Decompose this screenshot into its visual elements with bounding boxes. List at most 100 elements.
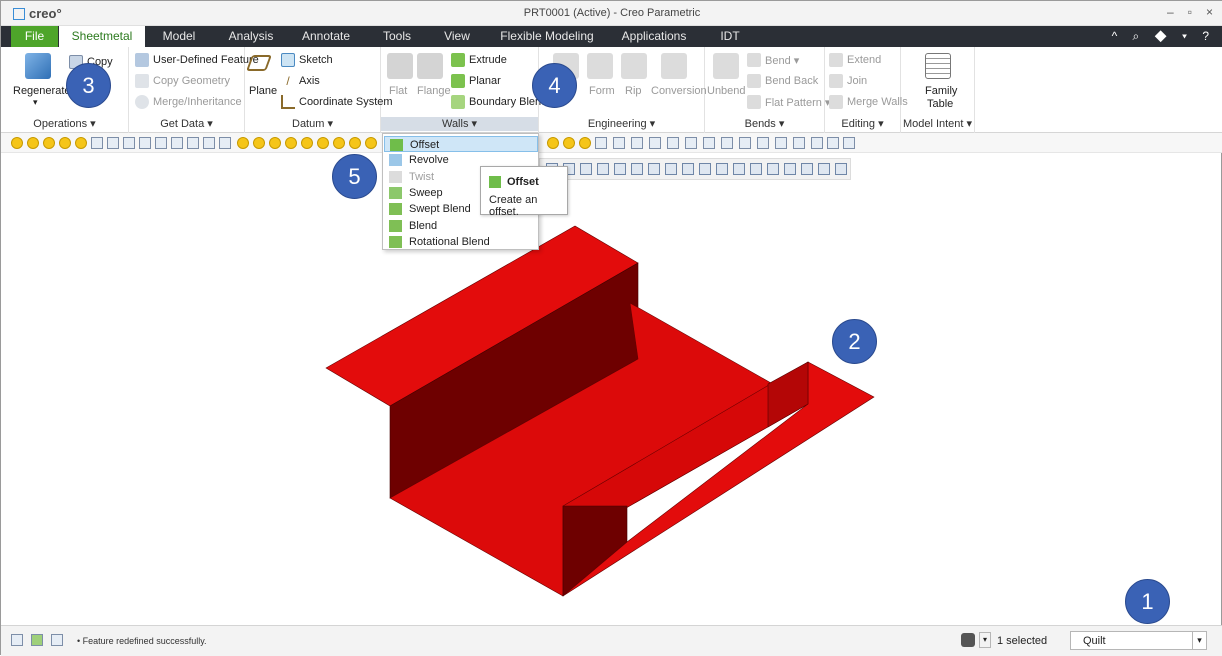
smiley-icon[interactable] [59, 137, 71, 149]
toolbar-icon[interactable] [155, 137, 167, 149]
find-dropdown-arrow[interactable]: ▾ [979, 632, 991, 648]
toolbar-icon[interactable] [139, 137, 151, 149]
status-icon-1[interactable] [11, 634, 23, 646]
tab-idt[interactable]: IDT [713, 26, 747, 47]
toolbar-icon[interactable] [703, 137, 715, 149]
model-intent-group-label[interactable]: Model Intent ▾ [901, 117, 974, 131]
bend-back-button[interactable]: Bend Back [747, 74, 818, 88]
toolbar-icon[interactable] [721, 137, 733, 149]
minimize-button[interactable]: – [1167, 5, 1174, 19]
tab-flexible-modeling[interactable]: Flexible Modeling [495, 26, 599, 47]
restore-button[interactable]: ▫ [1188, 5, 1192, 19]
toolbar-icon[interactable] [843, 137, 855, 149]
graphics-canvas[interactable] [9, 153, 1215, 623]
smiley-icon[interactable] [285, 137, 297, 149]
toolbar-icon[interactable] [203, 137, 215, 149]
toolbar-icon[interactable] [219, 137, 231, 149]
smiley-icon[interactable] [301, 137, 313, 149]
editing-group-label[interactable]: Editing ▾ [825, 117, 900, 131]
menu-item-offset[interactable]: Offset [384, 136, 538, 152]
tab-file[interactable]: File [11, 26, 58, 47]
smiley-icon[interactable] [253, 137, 265, 149]
form-button[interactable]: Form [589, 85, 615, 97]
planar-button[interactable]: Planar [451, 74, 501, 88]
close-button[interactable]: × [1206, 5, 1213, 19]
smiley-icon[interactable] [237, 137, 249, 149]
toolbar-icon[interactable] [757, 137, 769, 149]
sketch-button[interactable]: Sketch [281, 53, 333, 67]
menu-item-blend[interactable]: Blend [384, 218, 538, 234]
tab-applications[interactable]: Applications [613, 26, 695, 47]
smiley-icon[interactable] [563, 137, 575, 149]
toolbar-icon[interactable] [827, 137, 839, 149]
coordinate-system-button[interactable]: Coordinate System [281, 95, 393, 109]
extend-button[interactable]: Extend [829, 53, 881, 67]
smiley-icon[interactable] [27, 137, 39, 149]
plane-button[interactable]: Plane [249, 85, 277, 97]
smiley-icon[interactable] [269, 137, 281, 149]
menu-item-rotational-blend[interactable]: Rotational Blend [384, 234, 538, 250]
status-icon-3[interactable] [51, 634, 63, 646]
bend-button[interactable]: Bend ▾ [747, 53, 799, 67]
toolbar-icon[interactable] [187, 137, 199, 149]
regenerate-dropdown-arrow[interactable]: ▾ [33, 97, 38, 108]
toolbar-icon[interactable] [685, 137, 697, 149]
toolbar-icon[interactable] [793, 137, 805, 149]
merge-walls-button[interactable]: Merge Walls [829, 95, 908, 109]
toolbar-icon[interactable] [123, 137, 135, 149]
tab-analysis[interactable]: Analysis [223, 26, 279, 47]
sheetmetal-model[interactable] [325, 225, 875, 597]
extrude-button[interactable]: Extrude [451, 53, 507, 67]
family-table-label-1[interactable]: Family [925, 85, 957, 97]
toolbar-icon[interactable] [91, 137, 103, 149]
smiley-icon[interactable] [317, 137, 329, 149]
unbend-button[interactable]: Unbend [707, 85, 746, 97]
tab-view[interactable]: View [435, 26, 479, 47]
engineering-group-label[interactable]: Engineering ▾ [539, 117, 704, 131]
rip-button[interactable]: Rip [625, 85, 642, 97]
datum-group-label[interactable]: Datum ▾ [245, 117, 380, 131]
chevron-down-icon[interactable]: ▾ [1192, 632, 1206, 649]
smiley-icon[interactable] [349, 137, 361, 149]
toolbar-icon[interactable] [631, 137, 643, 149]
flange-button[interactable]: Flange [417, 85, 451, 97]
toolbar-icon[interactable] [171, 137, 183, 149]
tab-model[interactable]: Model [151, 26, 207, 47]
toolbar-icon[interactable] [613, 137, 625, 149]
flat-button[interactable]: Flat [389, 85, 407, 97]
bends-group-label[interactable]: Bends ▾ [705, 117, 824, 131]
toolbar-icon[interactable] [649, 137, 661, 149]
family-table-label-2[interactable]: Table [927, 98, 953, 110]
toolbar-icon[interactable] [107, 137, 119, 149]
toolbar-icon[interactable] [667, 137, 679, 149]
regenerate-button[interactable]: Regenerate [13, 85, 71, 97]
axis-button[interactable]: / Axis [281, 74, 319, 88]
selection-filter-dropdown[interactable]: Quilt ▾ [1070, 631, 1207, 650]
toolbar-icon[interactable] [739, 137, 751, 149]
merge-inheritance-button[interactable]: Merge/Inheritance [135, 95, 242, 109]
tab-tools[interactable]: Tools [373, 26, 421, 47]
user-defined-feature-button[interactable]: User-Defined Feature [135, 53, 259, 67]
join-button[interactable]: Join [829, 74, 867, 88]
conversion-button[interactable]: Conversion [651, 85, 707, 97]
smiley-icon[interactable] [365, 137, 377, 149]
smiley-icon[interactable] [43, 137, 55, 149]
toolbar-icon[interactable] [775, 137, 787, 149]
toolbar-icon[interactable] [595, 137, 607, 149]
operations-group-label[interactable]: Operations ▾ [1, 117, 128, 131]
smiley-icon[interactable] [333, 137, 345, 149]
get-data-group-label[interactable]: Get Data ▾ [129, 117, 244, 131]
smiley-icon[interactable] [11, 137, 23, 149]
toolbar-icon[interactable] [811, 137, 823, 149]
tab-annotate[interactable]: Annotate [295, 26, 357, 47]
smiley-icon[interactable] [579, 137, 591, 149]
flat-pattern-button[interactable]: Flat Pattern ▾ [747, 95, 830, 109]
boundary-blend-button[interactable]: Boundary Blend [451, 95, 547, 109]
walls-group-label[interactable]: Walls ▾ [381, 117, 538, 131]
smiley-icon[interactable] [547, 137, 559, 149]
tab-sheetmetal[interactable]: Sheetmetal [59, 26, 145, 49]
find-icon[interactable] [961, 633, 975, 647]
copy-geometry-button[interactable]: Copy Geometry [135, 74, 230, 88]
tabbar-right-icons[interactable]: ^ ⌕ ◆ ▾ ? [1112, 29, 1215, 44]
status-icon-2[interactable] [31, 634, 43, 646]
